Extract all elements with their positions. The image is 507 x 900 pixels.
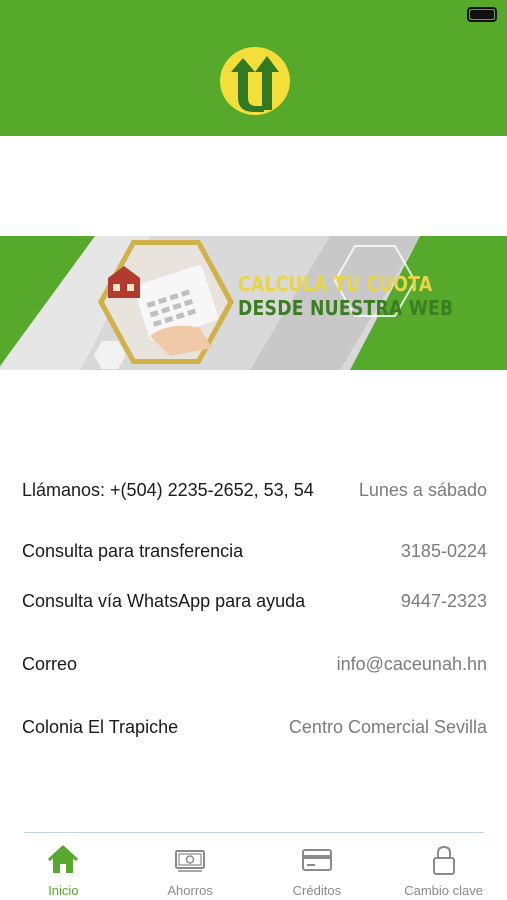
tab-cambio-clave[interactable]: Cambio clave <box>380 836 507 900</box>
contact-label: Colonia El Trapiche <box>22 717 179 737</box>
contact-label: Consulta vía WhatsApp para ayuda <box>22 591 306 611</box>
contact-label: Consulta para transferencia <box>22 541 244 561</box>
banner-headline: CALCULA TU CUOTA DESDE NUESTRA WEB <box>238 272 453 320</box>
contact-value: 3185-0224 <box>400 540 487 561</box>
battery-icon <box>467 7 497 22</box>
tab-ahorros[interactable]: Ahorros <box>127 836 254 900</box>
tab-label: Créditos <box>292 883 342 898</box>
contact-label: Llámanos: +(504) 2235-2652, 53, 54 <box>22 480 314 500</box>
banner-line-2: DESDE NUESTRA WEB <box>238 296 454 320</box>
tab-label: Cambio clave <box>404 883 483 898</box>
banner-line-1: CALCULA TU CUOTA <box>238 272 433 296</box>
tab-label: Ahorros <box>167 883 213 898</box>
cooperative-logo <box>220 47 290 115</box>
tabbar-divider <box>24 832 484 833</box>
contact-value: info@caceunah.hn <box>336 653 487 674</box>
tab-inicio[interactable]: Inicio <box>0 836 127 900</box>
contact-value: Centro Comercial Sevilla <box>288 716 487 737</box>
contact-label: Correo <box>22 654 78 674</box>
contact-row-whatsapp[interactable]: Consulta vía WhatsApp para ayuda 9447-23… <box>22 589 487 613</box>
contact-row-email[interactable]: Correo info@caceunah.hn <box>22 652 487 676</box>
app-header <box>0 0 507 136</box>
home-icon <box>48 845 79 873</box>
contact-row-phone[interactable]: Llámanos: +(504) 2235-2652, 53, 54 Lunes… <box>22 467 487 513</box>
contact-row-transfer[interactable]: Consulta para transferencia 3185-0224 <box>22 539 487 563</box>
bottom-tab-bar: Inicio Ahorros Créditos Cambio clave <box>0 836 507 900</box>
contact-value: 9447-2323 <box>400 590 487 611</box>
tab-label: Inicio <box>48 883 79 898</box>
money-icon <box>175 850 206 872</box>
tab-creditos[interactable]: Créditos <box>254 836 381 900</box>
contact-row-address[interactable]: Colonia El Trapiche Centro Comercial Sev… <box>22 715 487 739</box>
contact-value: Lunes a sábado <box>358 479 487 500</box>
credit-card-icon <box>301 849 332 871</box>
lock-icon <box>432 845 455 875</box>
